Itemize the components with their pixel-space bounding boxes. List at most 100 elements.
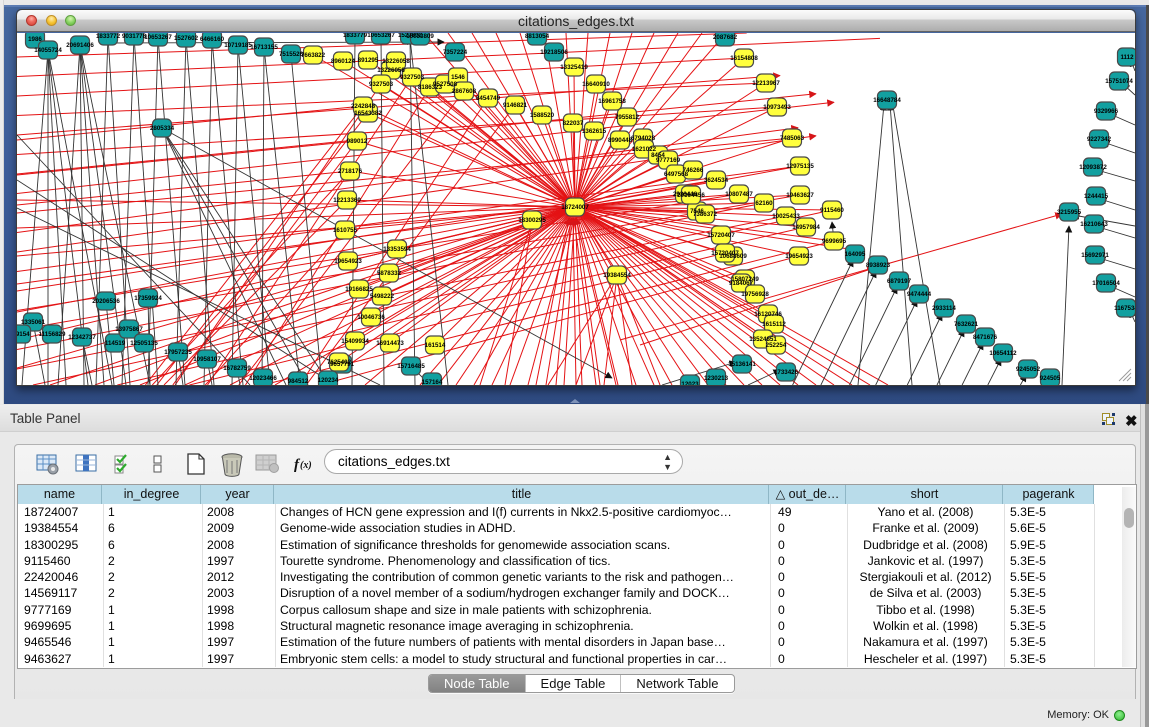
svg-text:9327503: 9327503 [400, 74, 425, 81]
svg-text:19654923: 19654923 [785, 253, 813, 260]
svg-text:9115460: 9115460 [820, 207, 844, 214]
svg-text:62160: 62160 [755, 200, 773, 207]
svg-text:114519: 114519 [105, 340, 126, 347]
svg-text:8990448: 8990448 [608, 137, 633, 144]
svg-text:1244415: 1244415 [1084, 193, 1109, 200]
svg-text:2805334: 2805334 [150, 125, 175, 132]
svg-text:1527602: 1527602 [174, 35, 199, 42]
svg-text:9327503: 9327503 [369, 81, 394, 88]
svg-text:3624534: 3624534 [704, 177, 729, 184]
svg-text:1833772: 1833772 [96, 33, 121, 40]
svg-text:19218506: 19218506 [540, 49, 568, 56]
svg-text:10025433: 10025433 [772, 213, 800, 220]
svg-text:18724007: 18724007 [561, 204, 589, 211]
svg-text:19654923: 19654923 [334, 258, 362, 265]
svg-text:2087682: 2087682 [713, 34, 738, 41]
svg-text:18300295: 18300295 [518, 217, 546, 224]
svg-text:10958107: 10958107 [193, 356, 221, 363]
svg-text:161514: 161514 [425, 342, 446, 349]
svg-text:12023: 12023 [681, 381, 699, 385]
svg-text:7625402: 7625402 [327, 359, 352, 366]
svg-text:164095: 164095 [845, 251, 866, 258]
svg-text:6794028: 6794028 [631, 135, 656, 142]
svg-text:9699695: 9699695 [822, 238, 847, 245]
svg-text:7955812: 7955812 [615, 114, 640, 121]
svg-text:157164: 157164 [422, 379, 443, 385]
svg-text:1733426: 1733426 [774, 369, 799, 376]
svg-text:9777169: 9777169 [656, 157, 681, 164]
svg-text:6879197: 6879197 [887, 278, 912, 285]
svg-text:5878332: 5878332 [377, 270, 402, 277]
svg-text:1588520: 1588520 [530, 112, 555, 119]
svg-text:16210643: 16210643 [1080, 221, 1108, 228]
svg-text:16120746: 16120746 [754, 311, 782, 318]
svg-text:7663822: 7663822 [301, 52, 326, 59]
svg-text:9031778: 9031778 [122, 33, 147, 40]
svg-text:9474444: 9474444 [907, 291, 932, 298]
svg-text:17359924: 17359924 [134, 295, 162, 302]
svg-text:15751074: 15751074 [1105, 78, 1133, 85]
svg-text:10046736: 10046736 [357, 314, 385, 321]
svg-text:16782759: 16782759 [223, 365, 251, 372]
svg-text:13353594: 13353594 [383, 246, 411, 253]
svg-text:10654112: 10654112 [989, 350, 1017, 357]
svg-text:16640910: 16640910 [582, 81, 610, 88]
svg-text:891295: 891295 [358, 57, 379, 64]
svg-text:12505135: 12505135 [130, 340, 158, 347]
svg-text:2718176: 2718176 [338, 168, 363, 175]
svg-text:9245052: 9245052 [1016, 366, 1041, 373]
svg-text:16543382: 16543382 [354, 110, 382, 117]
svg-text:120234: 120234 [318, 377, 339, 384]
svg-text:20206536: 20206536 [92, 298, 120, 305]
svg-text:12213369: 12213369 [333, 197, 361, 204]
svg-text:8938923: 8938923 [866, 262, 891, 269]
svg-text:8813054: 8813054 [525, 33, 550, 40]
svg-text:5498222: 5498222 [370, 293, 395, 300]
svg-text:11156829: 11156829 [39, 331, 66, 338]
svg-text:6466160: 6466160 [200, 36, 225, 43]
svg-text:989012: 989012 [347, 138, 368, 145]
svg-text:16033809: 16033809 [406, 33, 434, 40]
svg-text:822037: 822037 [563, 120, 584, 127]
svg-text:9329966: 9329966 [1094, 108, 1119, 115]
svg-text:15720407: 15720407 [711, 250, 739, 257]
svg-text:10719185: 10719185 [224, 42, 252, 49]
svg-text:12023466: 12023466 [249, 375, 277, 382]
svg-text:16154808: 16154808 [730, 55, 758, 62]
svg-text:12093872: 12093872 [1079, 164, 1107, 171]
svg-text:8471676: 8471676 [973, 334, 998, 341]
svg-text:746266: 746266 [683, 167, 704, 174]
svg-text:17016504: 17016504 [1092, 280, 1120, 287]
svg-text:39154: 39154 [17, 331, 30, 338]
svg-text:1833779: 1833779 [343, 33, 368, 39]
svg-text:15136141: 15136141 [728, 361, 756, 368]
svg-text:14055724: 14055724 [34, 47, 62, 54]
svg-text:19384554: 19384554 [603, 272, 631, 279]
svg-text:1615112: 1615112 [762, 321, 786, 328]
svg-text:3215955: 3215955 [1057, 209, 1082, 216]
svg-text:7632621: 7632621 [954, 321, 979, 328]
svg-text:1167534: 1167534 [1114, 305, 1135, 312]
svg-text:8960124: 8960124 [331, 58, 356, 65]
svg-text:15720407: 15720407 [707, 232, 735, 239]
svg-text:252254: 252254 [766, 342, 787, 349]
svg-text:15716485: 15716485 [397, 363, 425, 370]
svg-text:984512: 984512 [288, 378, 309, 385]
svg-text:13226058: 13226058 [382, 58, 410, 65]
svg-text:8454749: 8454749 [476, 95, 501, 102]
svg-text:12213967: 12213967 [752, 80, 780, 87]
svg-text:1335061: 1335061 [21, 319, 46, 326]
svg-text:19756928: 19756928 [741, 291, 769, 298]
svg-text:9227342: 9227342 [1087, 136, 1112, 143]
svg-text:7485063: 7485063 [780, 135, 805, 142]
svg-text:1546: 1546 [451, 74, 465, 81]
svg-text:10807487: 10807487 [725, 191, 753, 198]
svg-text:20691406: 20691406 [66, 42, 94, 49]
svg-text:2867608: 2867608 [452, 88, 477, 95]
svg-text:12975135: 12975135 [786, 163, 814, 170]
svg-text:16648784: 16648784 [873, 97, 901, 104]
svg-text:9146821: 9146821 [503, 102, 528, 109]
svg-text:20364456: 20364456 [677, 192, 705, 199]
svg-text:16713155: 16713155 [250, 44, 278, 51]
svg-text:7515526: 7515526 [279, 51, 304, 58]
